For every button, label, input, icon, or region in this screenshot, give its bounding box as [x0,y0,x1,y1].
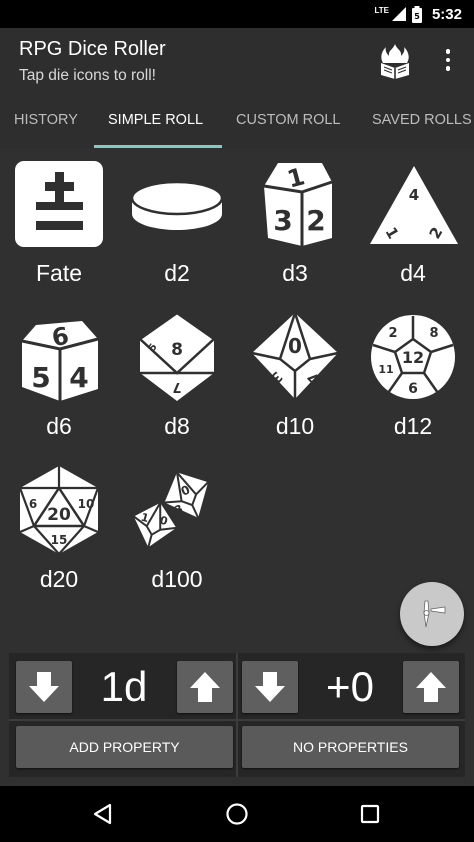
navigation-bar [0,786,474,842]
tab-saved-rolls[interactable]: SAVED ROLLS [372,94,472,148]
paintbrush-fab[interactable] [400,582,464,646]
overflow-menu-icon[interactable] [436,42,460,78]
tab-custom-roll[interactable]: CUSTOM ROLL [236,94,340,148]
svg-text:2: 2 [388,326,397,341]
svg-text:12: 12 [402,348,424,367]
svg-text:20: 20 [47,505,71,525]
app-title: RPG Dice Roller [19,38,166,60]
svg-text:3: 3 [273,204,292,237]
die-label-d6: d6 [46,413,72,439]
paintbrush-icon [423,600,446,628]
die-d10[interactable]: 0 3 7 d10 [236,301,354,451]
svg-text:0: 0 [288,334,302,358]
die-label-d8: d8 [164,413,190,439]
home-icon[interactable] [217,794,257,834]
network-type: LTE [374,5,389,15]
die-fate[interactable]: Fate [0,148,118,298]
svg-text:10: 10 [78,497,95,511]
die-label-d10: d10 [275,413,315,439]
roll-controls: 1d +0 ADD PROPERTY NO PROPERTIES [9,653,465,777]
fire-book-icon[interactable] [376,42,414,80]
die-d100[interactable]: 0 3 1 0 d100 [118,454,236,604]
clock: 5:32 [431,5,462,23]
svg-text:4: 4 [409,186,419,204]
svg-text:7: 7 [172,379,181,394]
svg-text:8: 8 [171,340,183,360]
tab-history[interactable]: HISTORY [14,94,78,148]
d8-die-icon[interactable]: 8 5 7 [132,311,222,401]
battery-icon: 5 [411,5,422,23]
dice-count-decrease-button[interactable] [16,661,72,713]
tab-bar: HISTORY SIMPLE ROLL CUSTOM ROLL SAVED RO… [0,94,474,148]
die-label-d12: d12 [393,413,433,439]
d100-dice-icon[interactable]: 0 3 1 0 [132,464,222,554]
svg-text:5: 5 [31,361,50,394]
d4-die-icon[interactable]: 4 1 2 [368,158,458,248]
die-d3[interactable]: 1 3 2 d3 [236,148,354,298]
recents-icon[interactable] [350,794,390,834]
d20-die-icon[interactable]: 20 6 10 15 [14,464,104,556]
signal-icon [391,7,406,21]
svg-text:15: 15 [51,533,68,547]
d6-die-icon[interactable]: 6 5 4 [14,311,104,401]
d12-die-icon[interactable]: 12 2 8 11 6 [368,311,458,401]
d3-die-icon[interactable]: 1 3 2 [250,158,340,248]
die-label-d100: d100 [151,566,203,592]
svg-text:11: 11 [378,363,393,376]
die-d4[interactable]: 4 1 2 d4 [354,148,472,298]
die-label-fate: Fate [35,260,83,286]
d2-coin-icon[interactable] [130,158,224,248]
die-d12[interactable]: 12 2 8 11 6 d12 [354,301,472,451]
status-bar: LTE 5 5:32 [0,0,474,28]
dice-count-increase-button[interactable] [177,661,233,713]
no-properties-button[interactable]: NO PROPERTIES [242,726,459,768]
dice-count-value: 1d [100,663,148,710]
die-d2[interactable]: d2 [118,148,236,298]
d10-die-icon[interactable]: 0 3 7 [250,308,340,401]
fate-die-icon[interactable] [14,158,104,248]
modifier-value: +0 [326,663,374,710]
svg-text:4: 4 [69,361,88,394]
back-icon[interactable] [83,794,123,834]
die-d8[interactable]: 8 5 7 d8 [118,301,236,451]
arrow-up-icon [416,672,446,702]
app-bar: RPG Dice Roller Tap die icons to roll! [0,28,474,94]
die-label-d3: d3 [282,260,308,286]
tab-simple-roll[interactable]: SIMPLE ROLL [108,94,203,148]
die-d6[interactable]: 6 5 4 d6 [0,301,118,451]
modifier-decrease-button[interactable] [242,661,298,713]
svg-text:6: 6 [29,497,37,511]
die-label-d20: d20 [39,566,79,592]
dice-panel: Fate d2 1 3 2 d3 4 1 2 d4 6 5 4 d6 8 5 7… [0,148,474,786]
die-d20[interactable]: 20 6 10 15 d20 [0,454,118,604]
battery-level: 5 [414,12,420,21]
die-label-d2: d2 [164,260,190,286]
app-subtitle: Tap die icons to roll! [19,67,156,84]
die-label-d4: d4 [400,260,426,286]
arrow-up-icon [190,672,220,702]
arrow-down-icon [29,672,59,702]
svg-text:6: 6 [408,381,418,397]
modifier-increase-button[interactable] [403,661,459,713]
svg-text:8: 8 [429,326,438,341]
arrow-down-icon [255,672,285,702]
svg-text:2: 2 [306,204,325,237]
add-property-button[interactable]: ADD PROPERTY [16,726,233,768]
